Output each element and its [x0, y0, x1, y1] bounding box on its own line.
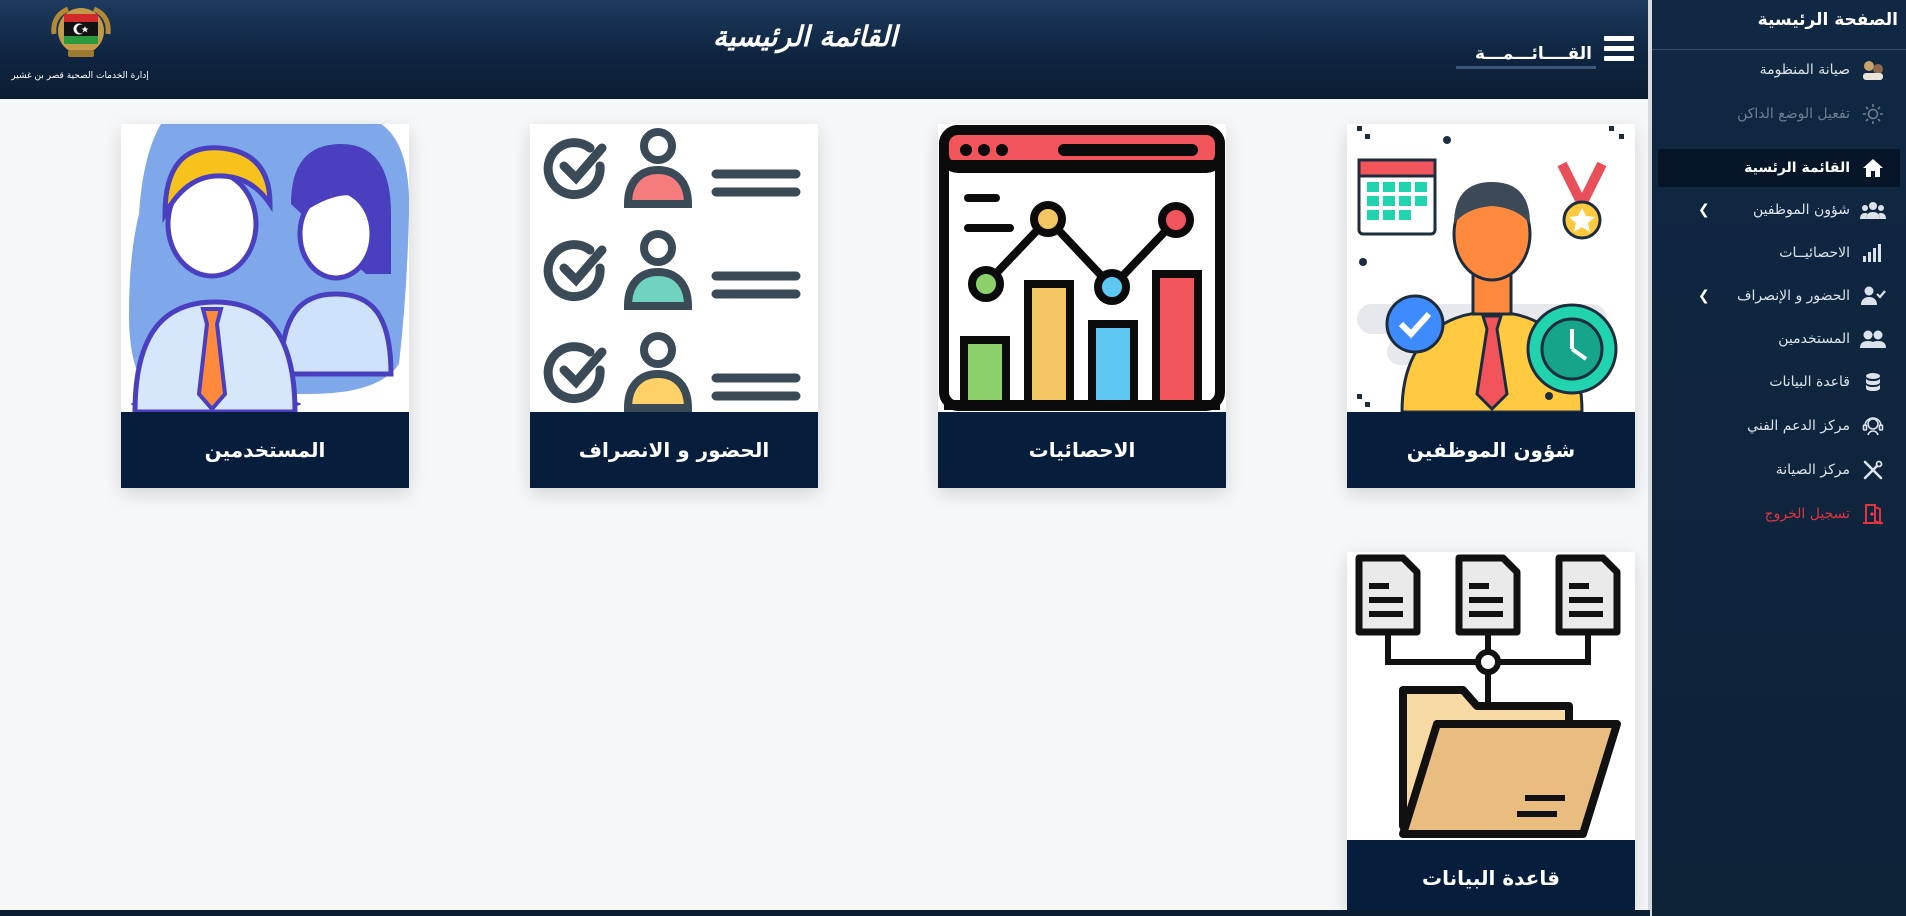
card-statistics[interactable]: الاحصائيات: [938, 124, 1226, 488]
users-group-icon: [1860, 199, 1886, 221]
sidebar-item-attendance[interactable]: ❮ الحضور و الإنصراف: [1672, 281, 1886, 311]
home-icon: [1860, 157, 1886, 179]
sidebar: الصفحة الرئيسية صيانة المنظومة تفعيل الو…: [1648, 0, 1906, 916]
sidebar-item-support-center[interactable]: مركز الدعم الفني: [1747, 411, 1886, 441]
sidebar-item-label: الحضور و الإنصراف: [1736, 288, 1850, 304]
card-database[interactable]: قاعدة البيانات: [1347, 552, 1635, 916]
menu-label: القــــائـــمـــة: [1474, 44, 1592, 64]
employee-affairs-icon: [1347, 124, 1635, 412]
hamburger-icon: [1604, 36, 1634, 64]
menu-toggle-button[interactable]: القــــائـــمـــة: [1456, 34, 1636, 70]
sidebar-item-logout[interactable]: تسجيل الخروج: [1765, 499, 1886, 529]
sidebar-home-title[interactable]: الصفحة الرئيسية: [1758, 10, 1898, 30]
card-users[interactable]: المستخدمين: [121, 124, 409, 488]
sidebar-item-label: صيانة المنظومة: [1759, 62, 1850, 78]
sidebar-item-users[interactable]: المستخدمين: [1778, 324, 1886, 354]
maintenance-people-icon: [1860, 59, 1886, 81]
database-folder-icon: [1347, 552, 1635, 840]
sidebar-item-label: الاحصائيــات: [1779, 245, 1850, 261]
users-illustration-icon: [121, 124, 409, 412]
sidebar-item-label: قاعدة البيانات: [1769, 374, 1850, 390]
sidebar-item-system-maintenance[interactable]: صيانة المنظومة: [1760, 55, 1886, 85]
card-label: الاحصائيات: [938, 412, 1226, 488]
sun-icon: [1860, 103, 1886, 125]
sidebar-item-label: شؤون الموظفين: [1752, 202, 1850, 218]
sidebar-item-statistics[interactable]: الاحصائيــات: [1779, 238, 1886, 268]
card-attendance[interactable]: الحضور و الانصراف: [530, 124, 818, 488]
sidebar-item-database[interactable]: قاعدة البيانات: [1769, 367, 1886, 397]
menu-underline: [1456, 66, 1596, 69]
sidebar-item-main-menu[interactable]: القائمة الرئسية: [1658, 149, 1900, 187]
sidebar-item-employee-affairs[interactable]: ❮ شؤون الموظفين: [1672, 195, 1886, 225]
bar-signal-icon: [1860, 242, 1886, 264]
libya-emblem-icon: [51, 6, 111, 57]
agency-name: إدارة الخدمات الصحية قصر بن غشير: [11, 71, 149, 81]
sidebar-item-label: مركز الصيانة: [1775, 462, 1850, 478]
sidebar-item-label: مركز الدعم الفني: [1747, 418, 1850, 434]
card-label: المستخدمين: [121, 412, 409, 488]
headset-icon: [1860, 415, 1886, 437]
sidebar-item-label: تفعيل الوضع الداكن: [1737, 106, 1850, 122]
bottom-bar: [0, 910, 1650, 916]
database-icon: [1860, 371, 1886, 393]
logout-door-icon: [1860, 503, 1886, 525]
card-label: الحضور و الانصراف: [530, 412, 818, 488]
sidebar-item-maintenance-center[interactable]: مركز الصيانة: [1776, 455, 1886, 485]
card-employee-affairs[interactable]: شؤون الموظفين: [1347, 124, 1635, 488]
card-label: شؤون الموظفين: [1347, 412, 1635, 488]
chevron-left-icon: ❮: [1698, 288, 1710, 304]
sidebar-item-label: القائمة الرئسية: [1744, 160, 1850, 176]
sidebar-item-label: المستخدمين: [1778, 331, 1850, 347]
user-check-icon: [1860, 285, 1886, 307]
top-header: إدارة الخدمات الصحية قصر بن غشير القائمة…: [0, 0, 1650, 99]
chevron-left-icon: ❮: [1698, 202, 1710, 218]
attendance-checklist-icon: [530, 124, 818, 412]
users-icon: [1860, 328, 1886, 350]
card-label: قاعدة البيانات: [1347, 840, 1635, 916]
page-title: القائمة الرئيسية: [712, 20, 898, 53]
sidebar-item-label: تسجيل الخروج: [1764, 506, 1850, 522]
statistics-chart-icon: [938, 124, 1226, 412]
tools-icon: [1860, 459, 1886, 481]
sidebar-divider: [1652, 49, 1906, 50]
sidebar-item-dark-mode[interactable]: تفعيل الوضع الداكن: [1737, 99, 1886, 129]
